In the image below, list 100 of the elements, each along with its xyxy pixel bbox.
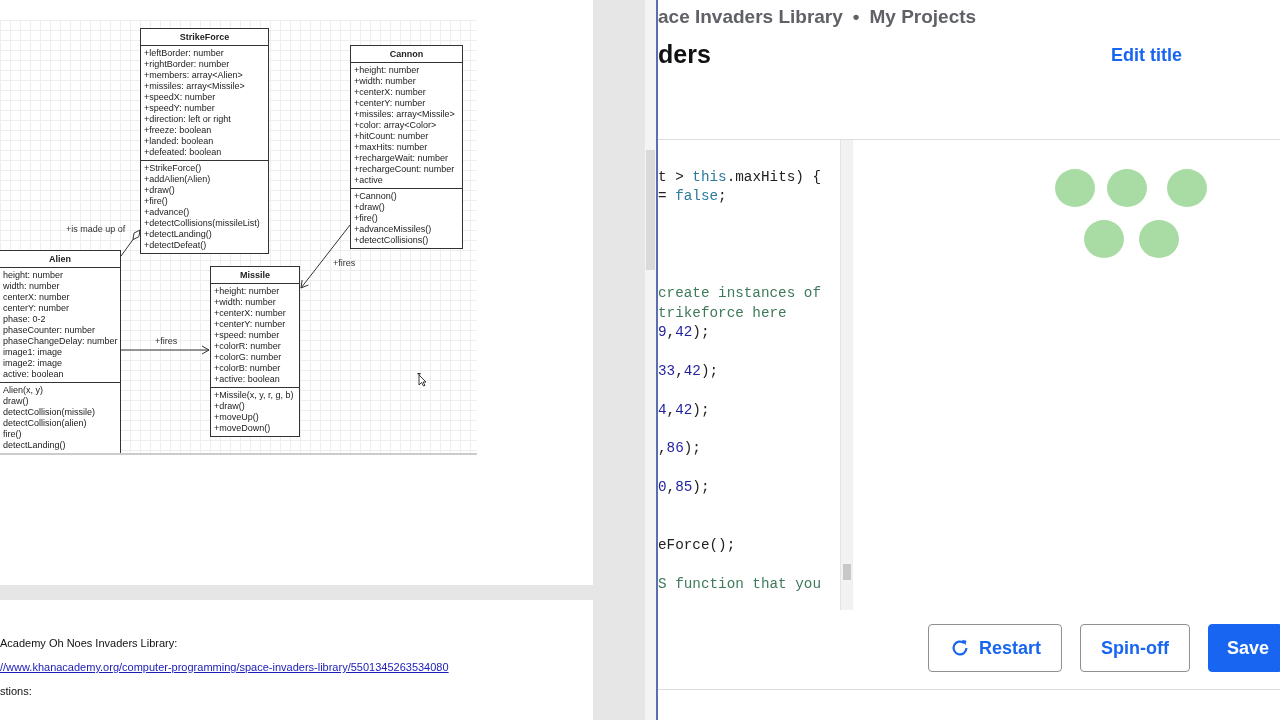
code-editor[interactable]: t > this.maxHits) { = false; create instances of trikeforce here 9,42); 33,42); 4,42); ,86); 0,85); eForce(); S function that you xyxy=(658,140,840,610)
attribute-text: +hitCount: number xyxy=(354,131,429,142)
breadcrumb-link[interactable]: My Projects xyxy=(869,5,977,30)
blob-drawing xyxy=(1054,168,1096,208)
cursor-icon xyxy=(416,373,428,387)
attribute-text: +rechargeCount: number xyxy=(354,164,455,175)
attribute-text: centerY: number xyxy=(3,303,70,314)
document-text: Academy Oh Noes Invaders Library: xyxy=(0,636,178,650)
attribute-text: +width: number xyxy=(214,297,276,308)
action-button[interactable]: Restart xyxy=(927,624,1062,672)
attribute-text: +missiles: array<Missile> xyxy=(144,81,245,92)
method-text: +fire() xyxy=(354,213,378,224)
attribute-text: +landed: boolean xyxy=(144,136,214,147)
attribute-text: +speedX: number xyxy=(144,92,216,103)
method-text: +draw() xyxy=(144,185,175,196)
attribute-text: +colorB: number xyxy=(214,363,281,374)
method-text: detectCollision(missile) xyxy=(3,407,96,418)
method-text: +moveUp() xyxy=(214,412,259,423)
class-name: Cannon xyxy=(351,46,462,63)
method-text: +draw() xyxy=(354,202,385,213)
attribute-text: active: boolean xyxy=(3,369,64,380)
attribute-text: +centerX: number xyxy=(214,308,286,319)
class-name: Alien xyxy=(0,251,120,268)
code-line: S function that you xyxy=(658,575,821,595)
method-text: +detectCollisions() xyxy=(354,235,429,246)
attribute-text: image1: image xyxy=(3,347,63,358)
attribute-text: +color: array<Color> xyxy=(354,120,437,131)
method-text: +StrikeForce() xyxy=(144,163,202,174)
attribute-text: centerX: number xyxy=(3,292,70,303)
blob-drawing xyxy=(1166,168,1208,208)
attribute-text: +missiles: array<Missile> xyxy=(354,109,455,120)
edge-label: +fires xyxy=(155,335,178,348)
attribute-text: +height: number xyxy=(214,286,280,297)
attribute-text: +centerY: number xyxy=(214,319,286,330)
attribute-text: width: number xyxy=(3,281,60,292)
method-text: +detectDefeat() xyxy=(144,240,207,251)
attribute-text: +width: number xyxy=(354,76,416,87)
attribute-text: phase: 0-2 xyxy=(3,314,46,325)
attribute-text: phaseChangeDelay: number xyxy=(3,336,118,347)
attribute-text: +maxHits: number xyxy=(354,142,428,153)
attribute-text: +centerX: number xyxy=(354,87,426,98)
class-name: StrikeForce xyxy=(141,29,268,46)
method-text: +Missile(x, y, r, g, b) xyxy=(214,390,294,401)
method-text: detectCollision(alien) xyxy=(3,418,87,429)
blob-drawing xyxy=(1083,219,1125,259)
attribute-text: +rechargeWait: number xyxy=(354,153,448,164)
attribute-text: +speed: number xyxy=(214,330,280,341)
method-text: draw() xyxy=(3,396,29,407)
blob-drawing xyxy=(1106,168,1148,208)
code-line: 4,42); xyxy=(658,400,710,420)
code-line: 0,85); xyxy=(658,478,710,498)
attribute-text: +leftBorder: number xyxy=(144,48,224,59)
attribute-text: phaseCounter: number xyxy=(3,325,96,336)
method-text: +fire() xyxy=(144,196,168,207)
save-button[interactable]: Save xyxy=(1207,624,1280,672)
attribute-text: +rightBorder: number xyxy=(144,59,230,70)
attribute-text: +defeated: boolean xyxy=(144,147,222,158)
attribute-text: +height: number xyxy=(354,65,420,76)
edge-label: +fires xyxy=(333,257,356,270)
action-button[interactable]: Spin-off xyxy=(1079,624,1190,672)
class-name: Missile xyxy=(211,267,299,284)
method-text: +draw() xyxy=(214,401,245,412)
code-line: ,86); xyxy=(658,439,701,459)
scrollbar[interactable] xyxy=(645,0,656,720)
code-line: 9,42); xyxy=(658,323,710,343)
attribute-text: +freeze: boolean xyxy=(144,125,212,136)
method-text: +detectCollisions(missileList) xyxy=(144,218,260,229)
link[interactable]: //www.khanacademy.org/computer-programming/space-invaders-library/5501345263534080 xyxy=(0,660,449,674)
code-line: create instances of xyxy=(658,284,821,304)
separator-dot: • xyxy=(852,5,860,29)
blob-drawing xyxy=(1138,219,1180,259)
method-text: fire() xyxy=(3,429,22,440)
method-text: Alien(x, y) xyxy=(3,385,43,396)
code-line: = false; xyxy=(658,187,727,207)
attribute-text: +colorG: number xyxy=(214,352,282,363)
method-text: +addAlien(Alien) xyxy=(144,174,211,185)
method-text: +moveDown() xyxy=(214,423,271,434)
edit-title-link[interactable]: Edit title xyxy=(1111,41,1182,69)
breadcrumb-link[interactable]: ace Invaders Library xyxy=(658,5,843,30)
attribute-text: +active xyxy=(354,175,383,186)
code-line: trikeforce here xyxy=(658,303,787,323)
edge-label: +is made up of xyxy=(66,223,126,236)
method-text: detectLanding() xyxy=(3,440,66,451)
scrollbar[interactable] xyxy=(840,140,852,610)
attribute-text: +speedY: number xyxy=(144,103,215,114)
attribute-text: +members: array<Alien> xyxy=(144,70,243,81)
method-text: +Cannon() xyxy=(354,191,397,202)
method-text: +detectLanding() xyxy=(144,229,212,240)
method-text: +advance() xyxy=(144,207,190,218)
document-text: stions: xyxy=(0,684,32,698)
project-title: ders xyxy=(658,39,711,71)
code-line: eForce(); xyxy=(658,536,736,556)
attribute-text: image2: image xyxy=(3,358,63,369)
attribute-text: +active: boolean xyxy=(214,374,280,385)
attribute-text: +direction: left or right xyxy=(144,114,231,125)
attribute-text: height: number xyxy=(3,270,64,281)
code-line: t > this.maxHits) { xyxy=(658,168,822,187)
attribute-text: +centerY: number xyxy=(354,98,426,109)
attribute-text: +colorR: number xyxy=(214,341,281,352)
method-text: +advanceMissiles() xyxy=(354,224,432,235)
